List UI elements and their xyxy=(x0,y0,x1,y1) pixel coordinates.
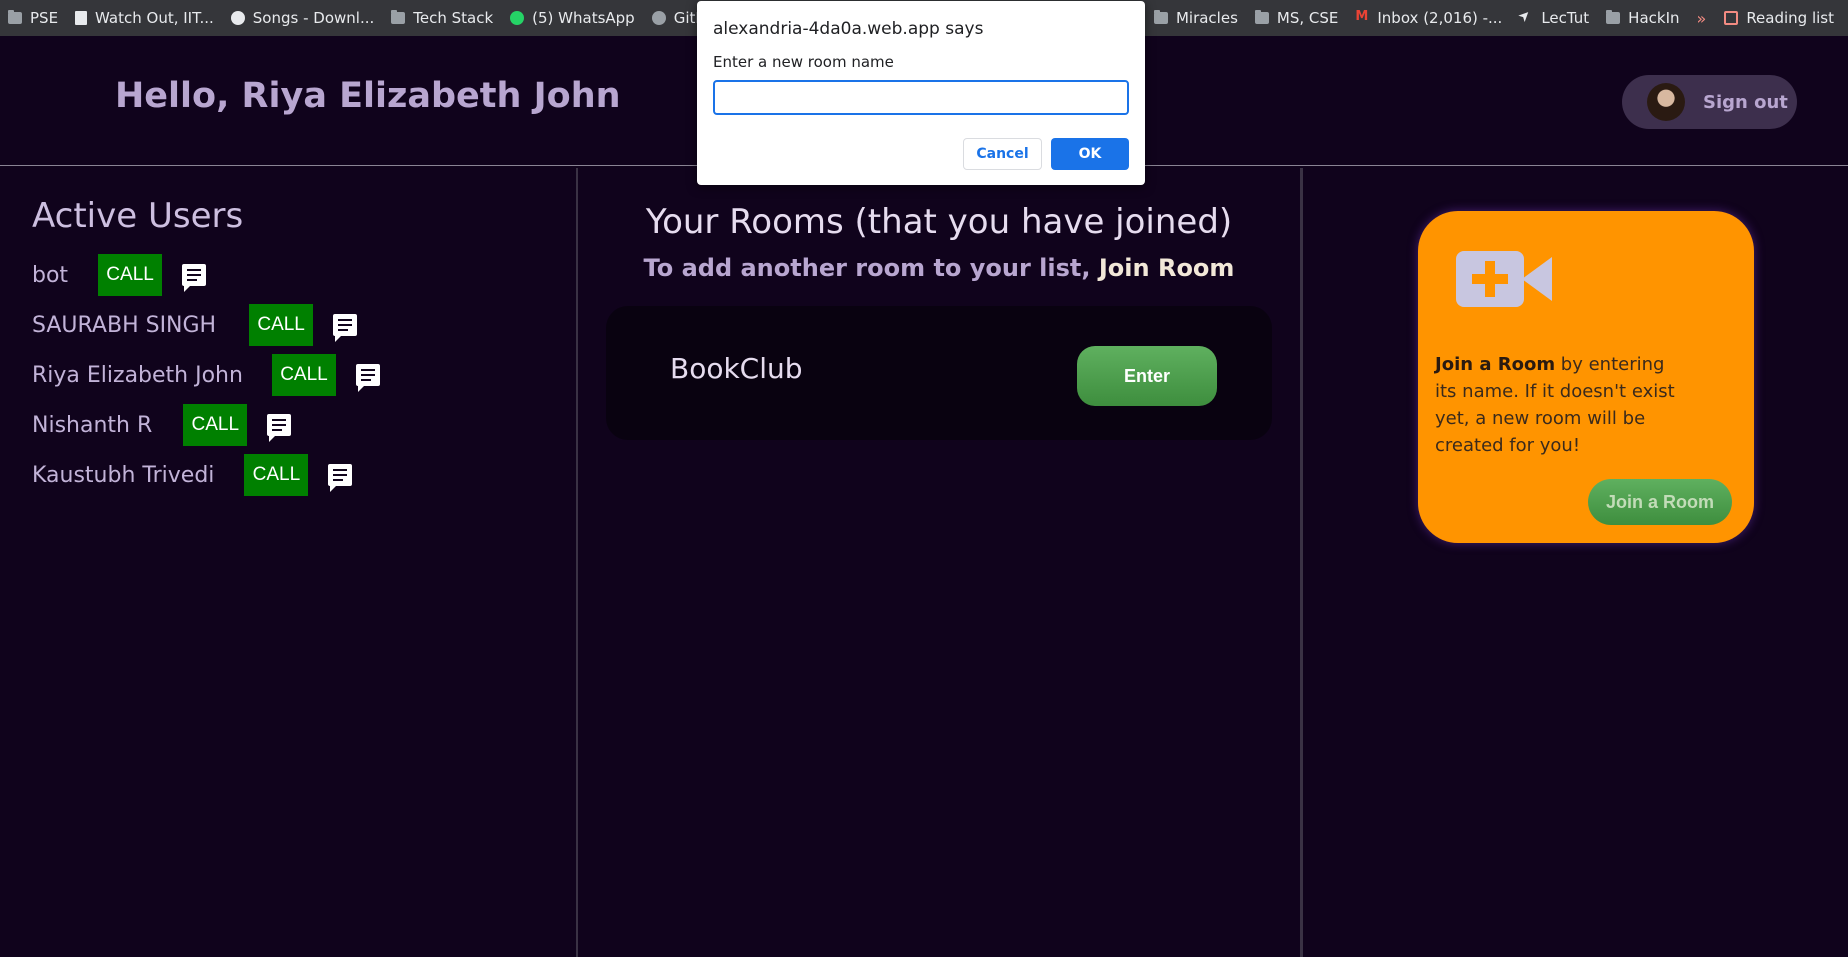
call-button[interactable]: CALL xyxy=(249,304,314,346)
bookmarks-overflow-chevron-icon[interactable]: » xyxy=(1697,9,1707,28)
bookmark-label: Tech Stack xyxy=(413,9,494,27)
github-icon xyxy=(651,11,666,25)
dialog-title: alexandria-4da0a.web.app says xyxy=(713,19,984,39)
column-divider xyxy=(1300,168,1303,957)
bookmark-label: Miracles xyxy=(1175,9,1238,27)
join-room-card: Join a Room by entering its name. If it … xyxy=(1418,211,1754,543)
bookmark-label: (5) WhatsApp xyxy=(532,9,635,27)
call-button[interactable]: CALL xyxy=(183,404,248,446)
bookmark-label: Watch Out, IIT... xyxy=(95,9,214,27)
bookmark-ms-cse[interactable]: MS, CSE xyxy=(1254,9,1339,27)
rooms-subtitle: To add another room to your list, Join R… xyxy=(578,254,1300,282)
reading-list-button[interactable]: Reading list xyxy=(1724,9,1834,27)
bookmark-label: Inbox (2,016) -... xyxy=(1377,9,1503,27)
user-row: Riya Elizabeth John CALL xyxy=(32,354,380,396)
ok-button[interactable]: OK xyxy=(1051,138,1129,170)
bookmark-inbox[interactable]: Inbox (2,016) -... xyxy=(1355,9,1502,27)
page-icon xyxy=(75,11,88,25)
folder-icon xyxy=(8,10,22,24)
bookmark-label: LecTut xyxy=(1541,9,1590,27)
join-room-link[interactable]: Join Room xyxy=(1099,254,1235,282)
reading-list-icon xyxy=(1724,11,1739,25)
sign-out-button[interactable]: Sign out xyxy=(1622,75,1797,129)
bookmark-hackin[interactable]: HackIn xyxy=(1606,9,1680,27)
user-name: Nishanth R xyxy=(32,412,153,438)
bookmark-lectut[interactable]: LecTut xyxy=(1519,9,1589,27)
room-name: BookClub xyxy=(670,352,803,385)
chat-icon[interactable] xyxy=(267,414,292,442)
bookmark-label: Songs - Downl... xyxy=(252,9,375,27)
chat-icon[interactable] xyxy=(333,314,358,342)
user-name: Kaustubh Trivedi xyxy=(32,462,215,488)
site-icon xyxy=(230,11,245,25)
gmail-icon xyxy=(1355,9,1369,24)
user-row: Nishanth R CALL xyxy=(32,404,292,446)
prompt-dialog: alexandria-4da0a.web.app says Enter a ne… xyxy=(697,1,1145,185)
bookmark-watch-out[interactable]: Watch Out, IIT... xyxy=(75,9,214,27)
user-name: SAURABH SINGH xyxy=(32,312,217,338)
bookmark-tech-stack[interactable]: Tech Stack xyxy=(391,9,493,27)
folder-icon xyxy=(1254,10,1269,24)
folder-icon xyxy=(391,10,406,24)
bookmark-label: PSE xyxy=(30,9,59,27)
folder-icon xyxy=(1153,10,1168,24)
user-row: SAURABH SINGH CALL xyxy=(32,304,358,346)
active-users-title: Active Users xyxy=(32,196,244,236)
room-card: BookClub Enter xyxy=(606,306,1272,440)
column-divider xyxy=(576,168,578,957)
chat-icon[interactable] xyxy=(182,264,207,292)
send-icon xyxy=(1519,12,1533,24)
avatar xyxy=(1647,83,1685,121)
folder-icon xyxy=(1606,10,1621,24)
bookmark-label: MS, CSE xyxy=(1276,9,1339,27)
call-button[interactable]: CALL xyxy=(244,454,309,496)
room-name-input[interactable] xyxy=(713,80,1129,115)
reading-list-label: Reading list xyxy=(1746,9,1834,27)
rooms-title: Your Rooms (that you have joined) xyxy=(645,202,1233,242)
video-add-icon xyxy=(1456,251,1552,307)
greeting-title: Hello, Riya Elizabeth John xyxy=(115,76,621,116)
user-name: Riya Elizabeth John xyxy=(32,362,243,388)
user-row: bot CALL xyxy=(32,254,207,296)
whatsapp-icon xyxy=(510,11,525,25)
chat-icon[interactable] xyxy=(355,364,380,392)
bookmark-whatsapp[interactable]: (5) WhatsApp xyxy=(510,9,635,27)
bookmark-songs[interactable]: Songs - Downl... xyxy=(230,9,375,27)
chat-icon[interactable] xyxy=(328,464,353,492)
bookmark-label: HackIn xyxy=(1628,9,1680,27)
join-room-bold: Join a Room xyxy=(1435,354,1556,375)
call-button[interactable]: CALL xyxy=(98,254,163,296)
sign-out-label: Sign out xyxy=(1703,91,1788,113)
bookmark-pse[interactable]: PSE xyxy=(8,9,58,27)
call-button[interactable]: CALL xyxy=(271,354,336,396)
bookmark-miracles[interactable]: Miracles xyxy=(1153,9,1238,27)
cancel-button[interactable]: Cancel xyxy=(963,138,1042,170)
dialog-message: Enter a new room name xyxy=(713,53,894,71)
rooms-subtitle-text: To add another room to your list, xyxy=(643,254,1099,282)
user-row: Kaustubh Trivedi CALL xyxy=(32,454,353,496)
join-room-description: Join a Room by entering its name. If it … xyxy=(1435,351,1675,459)
user-name: bot xyxy=(32,262,69,288)
join-room-button[interactable]: Join a Room xyxy=(1588,479,1732,525)
enter-room-button[interactable]: Enter xyxy=(1077,346,1217,406)
